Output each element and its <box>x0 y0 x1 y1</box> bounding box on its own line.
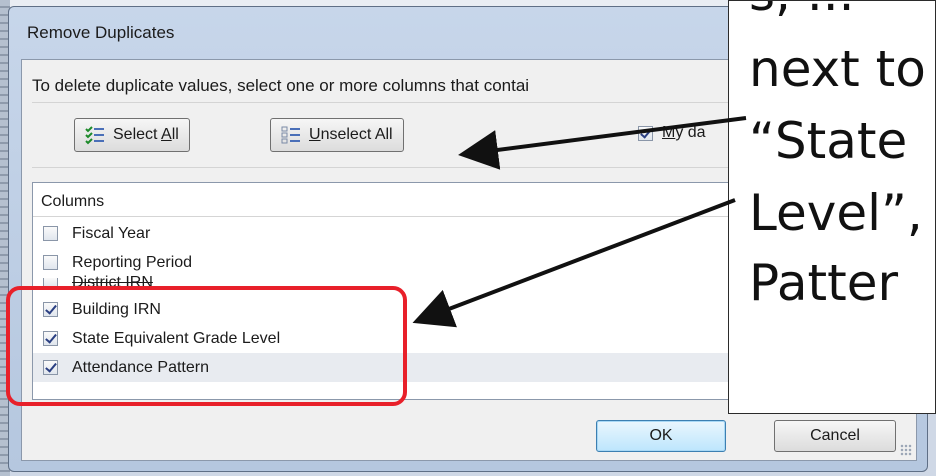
arrow-to-highlight-box <box>412 198 736 328</box>
annotation-arrows <box>412 116 747 328</box>
arrow-to-unselect-all <box>458 116 747 170</box>
